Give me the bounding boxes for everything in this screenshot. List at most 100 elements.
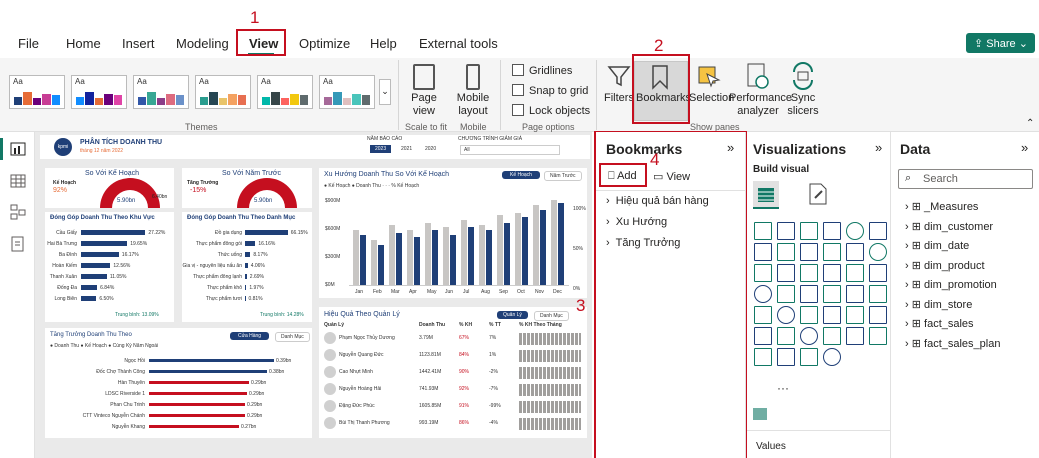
table-view-icon[interactable] (10, 174, 26, 188)
region-bar[interactable] (81, 230, 146, 235)
visual-type-icon[interactable] (754, 348, 772, 366)
visual-type-icon[interactable] (777, 306, 795, 324)
category-bar[interactable] (245, 230, 288, 235)
visual-type-icon[interactable] (823, 222, 841, 240)
trend-revenue-bar[interactable] (378, 245, 384, 285)
theme-thumb-2[interactable]: Aa (71, 75, 127, 109)
data-table-item[interactable]: › ⊞ _Measures (905, 200, 978, 213)
visual-type-icon[interactable] (869, 222, 887, 240)
data-table-item[interactable]: › ⊞ dim_customer (905, 220, 993, 233)
filters-button[interactable]: Filters (604, 92, 634, 105)
manager-tab-manager[interactable]: Quản Lý (497, 311, 528, 319)
visual-type-icon[interactable] (846, 306, 864, 324)
share-button[interactable]: ⇪ Share ⌄ (966, 33, 1035, 53)
collapse-ribbon-icon[interactable]: ⌃ (1026, 118, 1034, 129)
visual-type-icon[interactable] (777, 327, 795, 345)
region-chart[interactable]: Đóng Góp Doanh Thu Theo Khu Vực Cầu Giấy… (45, 212, 174, 322)
growth-bar[interactable] (149, 403, 245, 406)
collapse-pane-icon[interactable]: » (875, 140, 882, 155)
theme-thumb-6[interactable]: Aa (319, 75, 375, 109)
visual-type-icon[interactable] (777, 243, 795, 261)
visual-type-icon[interactable] (777, 264, 795, 282)
region-bar[interactable] (81, 274, 107, 279)
trend-plan-bar[interactable] (533, 205, 539, 285)
visual-type-icon[interactable] (846, 222, 864, 240)
menu-modeling[interactable]: Modeling (176, 36, 229, 51)
trend-plan-bar[interactable] (443, 227, 449, 285)
growth-bar[interactable] (149, 414, 245, 417)
themes-dropdown-icon[interactable]: ⌄ (379, 79, 391, 105)
visual-type-icon[interactable] (869, 306, 887, 324)
menu-external-tools[interactable]: External tools (419, 36, 498, 51)
trend-revenue-bar[interactable] (486, 230, 492, 285)
year-option-2020[interactable]: 2020 (420, 145, 441, 153)
build-visual-tab[interactable] (753, 181, 779, 209)
theme-thumb-5[interactable]: Aa (257, 75, 313, 109)
visual-type-icon[interactable] (846, 243, 864, 261)
growth-bar[interactable] (149, 359, 274, 362)
visual-type-icon[interactable] (800, 222, 818, 240)
trend-chart[interactable]: Xu Hướng Doanh Thu So Với Kế Hoạch Kế Ho… (319, 168, 587, 298)
visual-type-icon[interactable] (823, 306, 841, 324)
trend-plan-bar[interactable] (389, 225, 395, 285)
model-view-icon[interactable] (10, 204, 26, 220)
region-bar[interactable] (81, 296, 97, 301)
sync-slicers-button[interactable]: Sync slicers (785, 92, 821, 118)
trend-tab-plan[interactable]: Kế Hoạch (502, 171, 540, 179)
trend-revenue-bar[interactable] (558, 203, 564, 285)
visual-type-icon[interactable] (800, 306, 818, 324)
visual-type-icon[interactable] (754, 243, 772, 261)
visual-type-icon[interactable] (777, 285, 795, 303)
visual-type-icon[interactable] (754, 222, 772, 240)
category-bar[interactable] (245, 241, 256, 246)
trend-plan-bar[interactable] (425, 223, 431, 285)
report-view-icon[interactable] (10, 142, 26, 156)
visual-type-icon[interactable] (800, 327, 818, 345)
growth-tab-category[interactable]: Danh Mục (275, 332, 310, 342)
category-bar[interactable] (245, 296, 246, 301)
bookmark-item[interactable]: › Tăng Trưởng (606, 237, 680, 249)
visual-type-icon[interactable] (777, 348, 795, 366)
visual-type-icon[interactable] (846, 264, 864, 282)
visual-type-icon[interactable] (869, 264, 887, 282)
trend-revenue-bar[interactable] (468, 227, 474, 285)
format-visual-icon[interactable] (807, 182, 829, 206)
trend-revenue-bar[interactable] (450, 235, 456, 285)
trend-plan-bar[interactable] (479, 225, 485, 285)
trend-revenue-bar[interactable] (396, 233, 402, 285)
bookmark-item[interactable]: › Hiệu quả bán hàng (606, 195, 709, 207)
menu-insert[interactable]: Insert (122, 36, 155, 51)
trend-plan-bar[interactable] (407, 230, 413, 285)
visual-type-icon[interactable] (869, 327, 887, 345)
gridlines-checkbox[interactable]: Gridlines (512, 64, 572, 77)
trend-revenue-bar[interactable] (414, 237, 420, 285)
trend-plan-bar[interactable] (461, 220, 467, 285)
report-canvas[interactable]: kpmi PHÂN TÍCH DOANH THU tháng 12 năm 20… (35, 132, 592, 458)
trend-revenue-bar[interactable] (540, 210, 546, 285)
visual-type-icon[interactable] (823, 243, 841, 261)
trend-plan-bar[interactable] (515, 213, 521, 285)
visual-type-icon[interactable] (754, 327, 772, 345)
collapse-pane-icon[interactable]: » (1021, 140, 1028, 155)
more-visuals-icon[interactable]: ··· (777, 381, 789, 395)
manager-table[interactable]: Hiệu Quả Theo Quản Lý Quản Lý Danh Mục Q… (319, 307, 587, 438)
growth-bar[interactable] (149, 392, 247, 395)
category-bar[interactable] (245, 274, 247, 279)
year-option-2023[interactable]: 2023 (370, 145, 392, 153)
theme-thumb-1[interactable]: Aa (9, 75, 65, 109)
visual-type-icon[interactable] (846, 285, 864, 303)
visual-type-icon[interactable] (754, 306, 772, 324)
growth-bar[interactable] (149, 425, 239, 428)
collapse-pane-icon[interactable]: » (727, 140, 734, 155)
visual-type-icon[interactable] (777, 222, 795, 240)
growth-bar[interactable] (149, 381, 249, 384)
visual-type-icon[interactable] (869, 285, 887, 303)
data-table-item[interactable]: › ⊞ fact_sales_plan (905, 337, 1000, 350)
trend-revenue-bar[interactable] (360, 235, 366, 285)
visual-type-icon[interactable] (754, 285, 772, 303)
theme-thumb-3[interactable]: Aa (133, 75, 189, 109)
region-bar[interactable] (81, 263, 111, 268)
visual-type-icon[interactable] (800, 264, 818, 282)
category-bar[interactable] (245, 263, 248, 268)
menu-home[interactable]: Home (66, 36, 101, 51)
